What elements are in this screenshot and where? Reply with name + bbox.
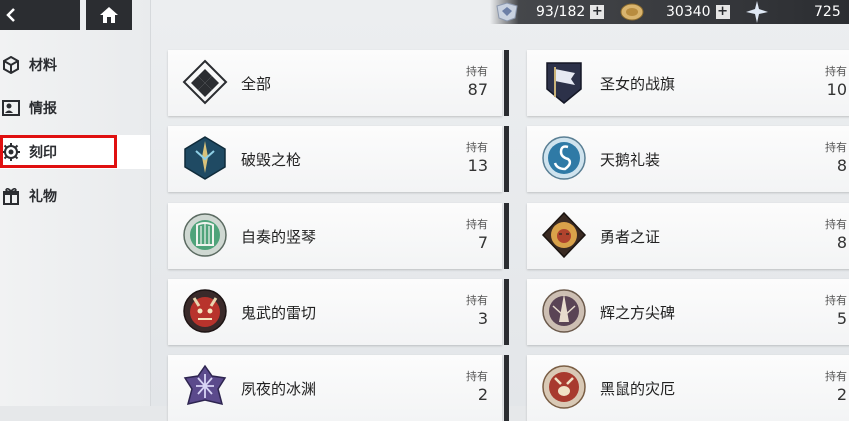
resource-stamina: 93/182 +	[494, 0, 604, 24]
card-count: 5	[837, 309, 847, 328]
cube-icon	[2, 56, 20, 74]
card-hold-label: 持有	[825, 292, 847, 308]
card-hold-label: 持有	[825, 216, 847, 232]
card-count: 7	[478, 233, 488, 252]
ice-emblem-icon	[182, 364, 228, 410]
card-count: 87	[468, 80, 488, 99]
card-count: 2	[837, 385, 847, 404]
back-button[interactable]	[0, 0, 80, 30]
card-hold-label: 持有	[466, 368, 488, 384]
sidebar-item-intel[interactable]: 情报	[0, 91, 150, 125]
card-hold-label: 持有	[466, 63, 488, 79]
card-hold-label: 持有	[825, 368, 847, 384]
harp-emblem-icon	[182, 212, 228, 258]
card-count: 10	[827, 80, 847, 99]
card-name: 破毁之枪	[241, 149, 301, 170]
oni-mask-emblem-icon	[182, 288, 228, 334]
add-coin-button[interactable]: +	[716, 5, 730, 19]
sidebar-item-gifts[interactable]: 礼物	[0, 179, 150, 213]
sidebar-item-label: 情报	[29, 98, 57, 118]
resource-coin: 30340 +	[620, 0, 730, 24]
profile-card-icon	[2, 99, 20, 117]
card-name: 自奏的竖琴	[241, 226, 316, 247]
seal-card-oni[interactable]: 鬼武的雷切 持有 3	[168, 279, 502, 345]
seal-card-swan[interactable]: 天鹅礼装 持有 8	[527, 126, 849, 192]
card-count: 3	[478, 309, 488, 328]
spear-emblem-icon	[182, 135, 228, 181]
gift-icon	[2, 187, 20, 205]
back-arrow-icon	[4, 7, 18, 23]
home-button[interactable]	[86, 0, 132, 30]
card-hold-label: 持有	[466, 139, 488, 155]
card-name: 全部	[241, 73, 271, 94]
crystal-value: 725	[814, 4, 841, 20]
seal-card-rat[interactable]: 黑鼠的灾厄 持有 2	[527, 355, 849, 421]
add-stamina-button[interactable]: +	[590, 5, 604, 19]
stamina-icon	[494, 2, 520, 22]
card-name: 天鹅礼装	[600, 149, 660, 170]
coin-icon	[620, 2, 644, 22]
seal-card-spear[interactable]: 破毁之枪 持有 13	[168, 126, 502, 192]
seal-card-lion[interactable]: 勇者之证 持有 8	[527, 203, 849, 269]
card-name: 勇者之证	[600, 226, 660, 247]
card-count: 8	[837, 156, 847, 175]
crystal-icon	[744, 1, 770, 23]
card-count: 13	[468, 156, 488, 175]
card-name: 辉之方尖碑	[600, 302, 675, 323]
card-name: 鬼武的雷切	[241, 302, 316, 323]
card-hold-label: 持有	[825, 63, 847, 79]
home-icon	[99, 6, 119, 24]
sidebar-item-label: 材料	[29, 55, 57, 75]
diamond-grid-icon	[182, 59, 228, 105]
sidebar-item-materials[interactable]: 材料	[0, 48, 150, 82]
selection-highlight	[0, 135, 117, 168]
card-count: 2	[478, 385, 488, 404]
sidebar-item-label: 礼物	[29, 186, 57, 206]
seal-card-obelisk[interactable]: 辉之方尖碑 持有 5	[527, 279, 849, 345]
card-hold-label: 持有	[825, 139, 847, 155]
coin-value: 30340	[666, 4, 711, 20]
card-name: 夙夜的冰渊	[241, 378, 316, 399]
seal-card-all[interactable]: 全部 持有 87	[168, 50, 502, 116]
obelisk-emblem-icon	[541, 288, 587, 334]
seal-card-ice[interactable]: 夙夜的冰渊 持有 2	[168, 355, 502, 421]
card-name: 黑鼠的灾厄	[600, 378, 675, 399]
resource-crystal: 725 +	[744, 0, 849, 24]
swan-emblem-icon	[541, 135, 587, 181]
card-count: 8	[837, 233, 847, 252]
rat-emblem-icon	[541, 364, 587, 410]
banner-emblem-icon	[541, 59, 587, 105]
seal-card-harp[interactable]: 自奏的竖琴 持有 7	[168, 203, 502, 269]
stamina-value: 93/182	[536, 4, 585, 20]
card-name: 圣女的战旗	[600, 73, 675, 94]
card-hold-label: 持有	[466, 216, 488, 232]
card-hold-label: 持有	[466, 292, 488, 308]
seal-card-banner[interactable]: 圣女的战旗 持有 10	[527, 50, 849, 116]
lion-emblem-icon	[541, 212, 587, 258]
